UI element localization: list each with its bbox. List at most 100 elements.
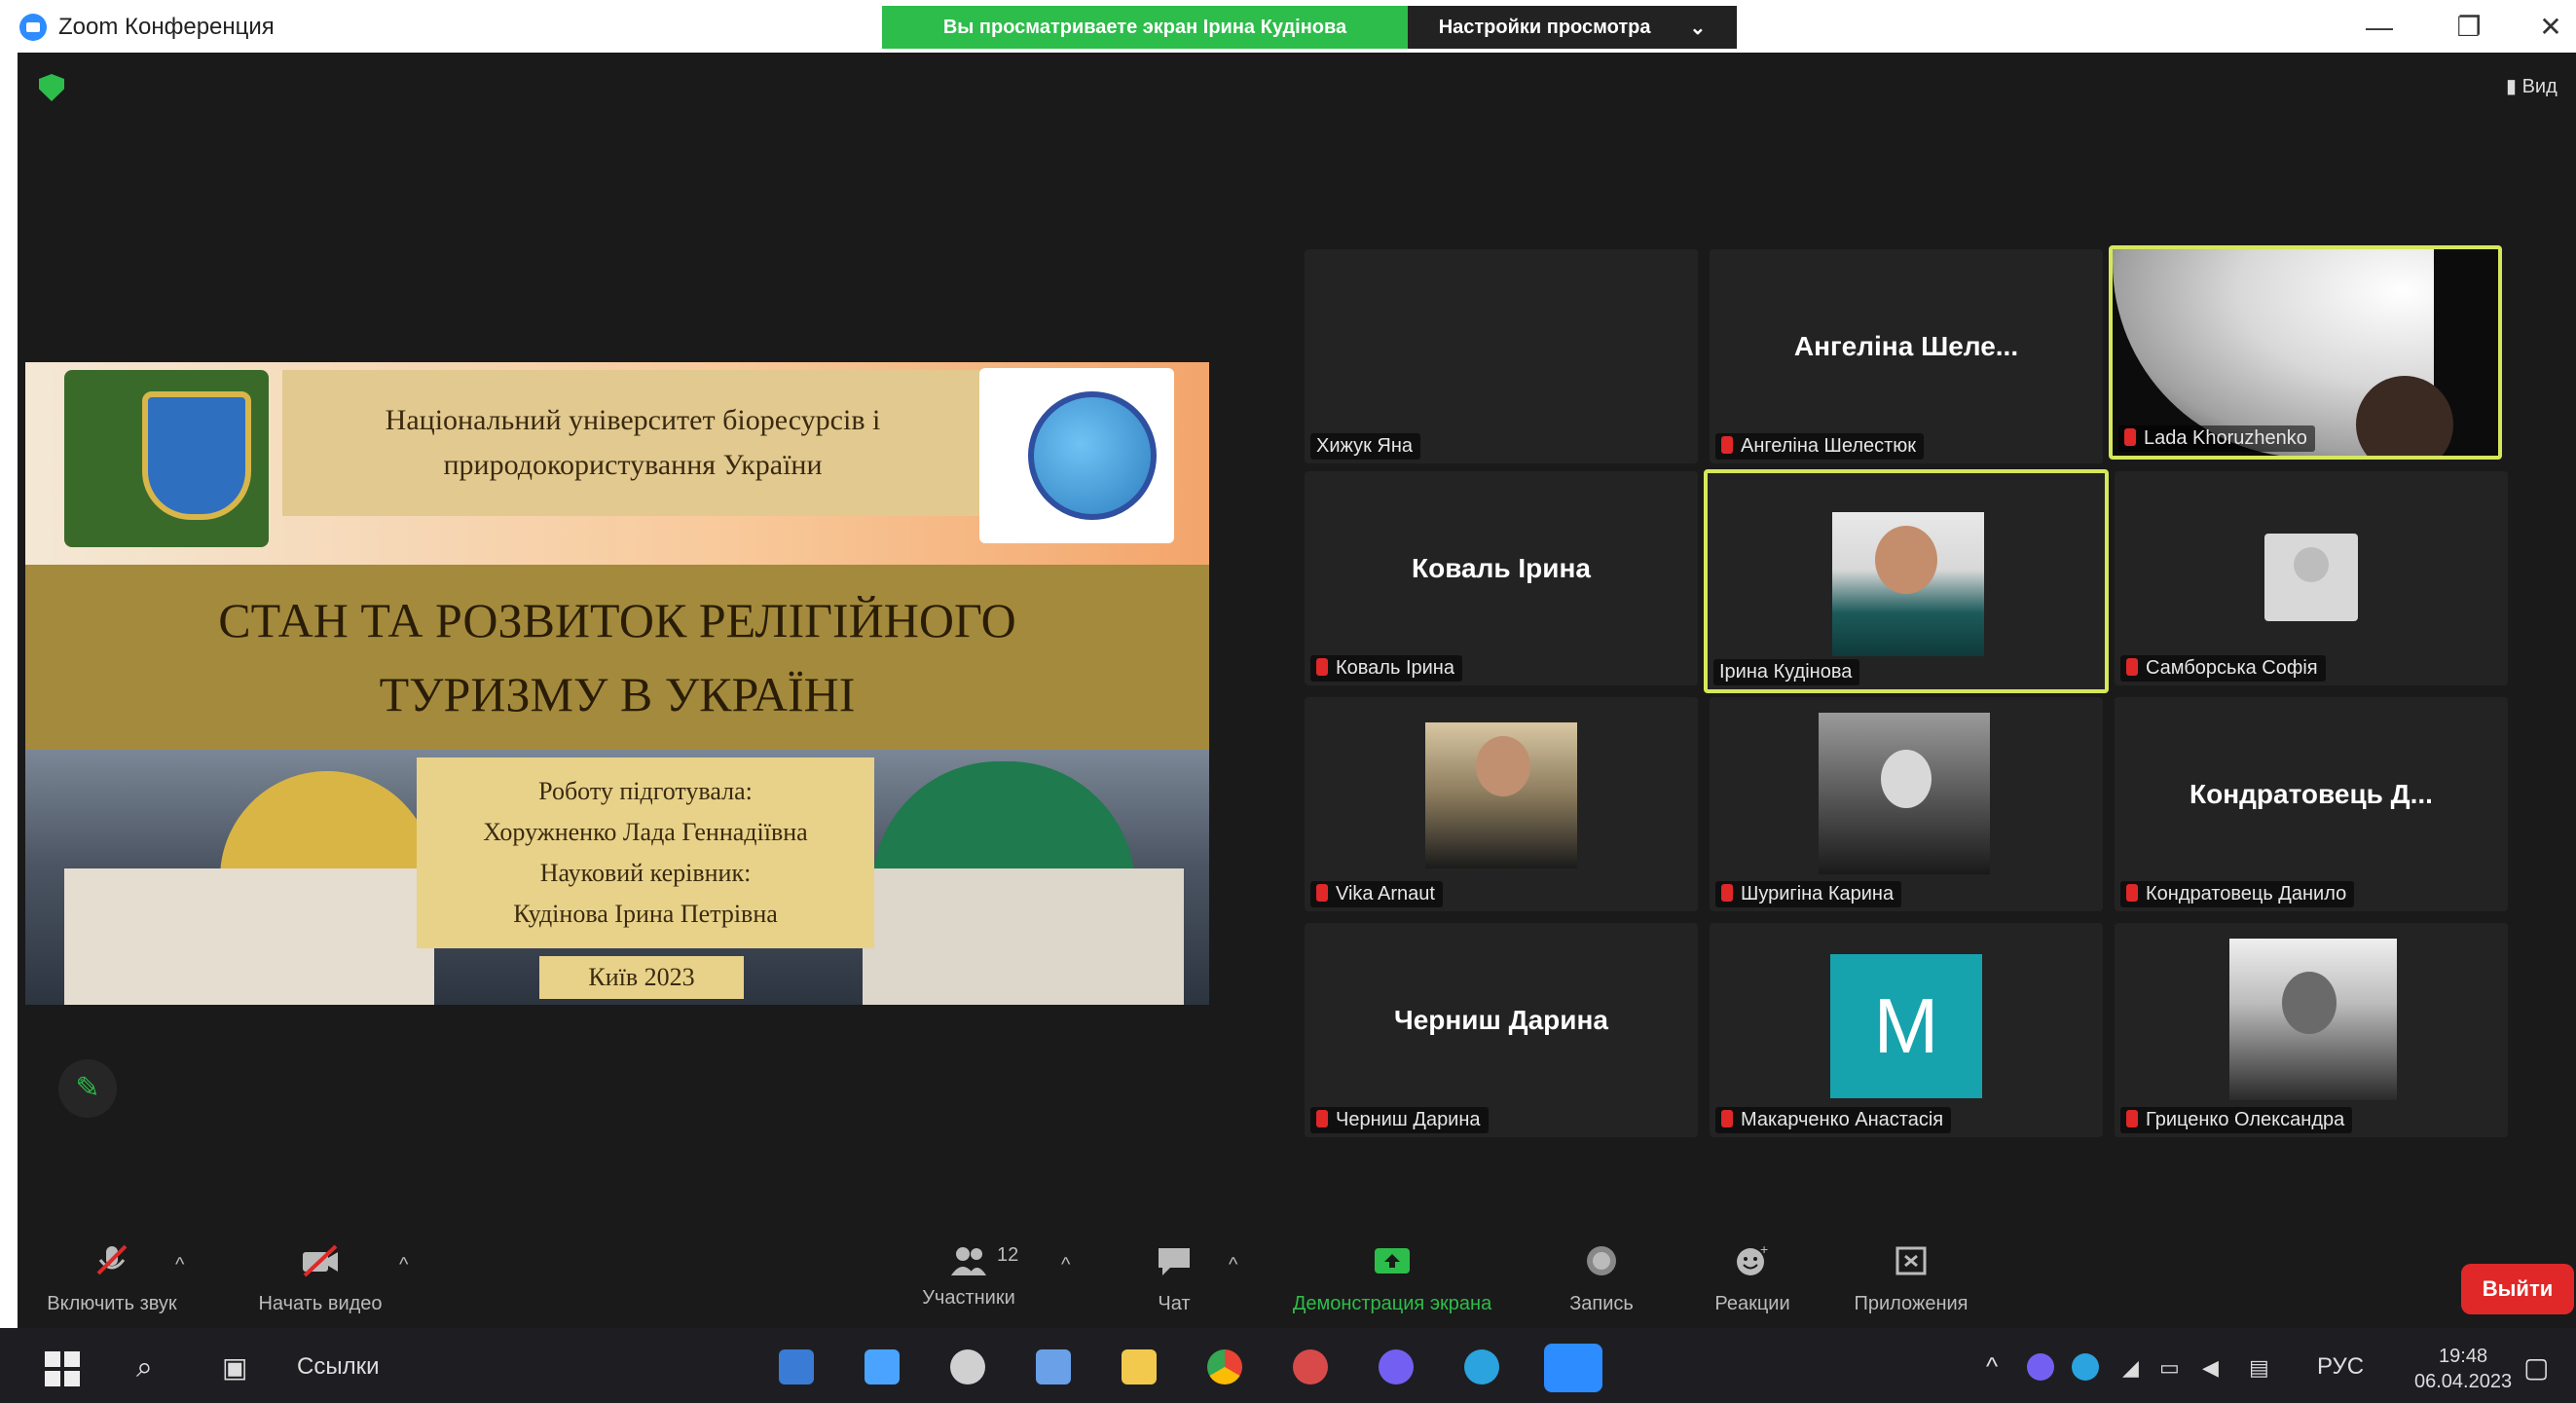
- leave-meeting-button[interactable]: Выйти: [2461, 1264, 2574, 1314]
- participant-display-name: Коваль Ірина: [1412, 553, 1591, 583]
- document-icon[interactable]: [1036, 1349, 1071, 1385]
- slide-author-line: Кудінова Ірина Петрівна: [513, 900, 778, 928]
- close-button[interactable]: ✕: [2521, 8, 2576, 47]
- screen-share-banner: Вы просматриваете экран Ірина Кудінова: [882, 6, 1408, 49]
- apps-icon: [1895, 1246, 1927, 1275]
- participant-label: Lada Khoruzhenko: [2118, 425, 2315, 452]
- network-globe-icon[interactable]: [2072, 1353, 2099, 1381]
- participants-count: 12: [997, 1244, 1019, 1266]
- participants-button[interactable]: 12 Участники: [896, 1244, 1042, 1310]
- telegram-icon[interactable]: [1464, 1349, 1499, 1385]
- letter-avatar: M: [1830, 954, 1982, 1098]
- participant-tile[interactable]: Шуригіна Карина: [1710, 697, 2103, 911]
- tray-clock[interactable]: 19:48 06.04.2023: [2414, 1344, 2512, 1394]
- participant-tile[interactable]: Гриценко Олександра: [2115, 923, 2508, 1137]
- slide-author-line: Роботу підготувала:: [538, 777, 753, 805]
- mail-icon[interactable]: [779, 1349, 814, 1385]
- participant-tile[interactable]: Черниш Дарина Черниш Дарина: [1305, 923, 1698, 1137]
- mic-muted-icon: [1316, 658, 1328, 676]
- record-button[interactable]: Запись: [1558, 1244, 1645, 1315]
- participant-tile[interactable]: Самборська Софія: [2115, 471, 2508, 685]
- viber-icon[interactable]: [1379, 1349, 1414, 1385]
- notifications-icon[interactable]: ▢: [2523, 1351, 2549, 1384]
- slide-authors: Роботу підготувала: Хоружненко Лада Генн…: [417, 757, 874, 948]
- view-options-label: Настройки просмотра: [1438, 16, 1651, 38]
- settings-gear-icon[interactable]: [950, 1349, 985, 1385]
- participants-caret-icon[interactable]: ^: [1061, 1254, 1070, 1276]
- share-screen-label: Демонстрация экрана: [1292, 1293, 1492, 1314]
- participant-tile[interactable]: Ірина Кудінова: [1704, 469, 2109, 693]
- keyboard-icon[interactable]: ▤: [2249, 1355, 2269, 1381]
- view-toggle-button[interactable]: ▮ Вид: [2506, 74, 2558, 98]
- zoom-taskbar-icon[interactable]: [1544, 1344, 1602, 1392]
- slide-university-name: Національний університет біоресурсів і п…: [282, 370, 983, 516]
- audio-options-caret-icon[interactable]: ^: [175, 1254, 184, 1276]
- participant-tile[interactable]: M Макарченко Анастасія: [1710, 923, 2103, 1137]
- participant-label: Коваль Ірина: [1310, 655, 1462, 682]
- participant-tile[interactable]: Хижук Яна: [1305, 249, 1698, 463]
- participant-video: [2356, 376, 2453, 456]
- chat-caret-icon[interactable]: ^: [1229, 1254, 1237, 1276]
- participant-tile[interactable]: Lada Khoruzhenko: [2109, 245, 2502, 460]
- view-options-button[interactable]: Настройки просмотра ⌄: [1408, 6, 1737, 49]
- tray-chevron-up-icon[interactable]: ^: [1986, 1351, 1998, 1382]
- mic-muted-icon: [2124, 428, 2136, 446]
- participant-display-name: Ангеліна Шеле...: [1793, 331, 2019, 361]
- reactions-icon: +: [1737, 1241, 1768, 1275]
- restore-button[interactable]: ❐: [2440, 8, 2498, 47]
- tray-time: 19:48: [2439, 1346, 2488, 1367]
- chevron-down-icon: ⌄: [1689, 17, 1707, 39]
- slide-title-line: ТУРИЗМУ В УКРАЇНІ: [379, 667, 856, 721]
- participant-label: Ірина Кудінова: [1713, 659, 1860, 685]
- folder-icon[interactable]: [1122, 1349, 1157, 1385]
- video-options-caret-icon[interactable]: ^: [399, 1254, 408, 1276]
- participant-photo: [1476, 736, 1530, 796]
- windows-start-icon[interactable]: [45, 1351, 80, 1386]
- participant-label: Макарченко Анастасія: [1715, 1107, 1952, 1133]
- participant-photo: [1875, 526, 1937, 594]
- participant-label: Vika Arnaut: [1310, 881, 1443, 907]
- task-view-icon[interactable]: ▣: [222, 1351, 247, 1384]
- record-icon: [1587, 1246, 1616, 1275]
- reactions-label: Реакции: [1714, 1293, 1790, 1314]
- windows-taskbar: [0, 1328, 2576, 1403]
- slide-author-line: Науковий керівник:: [539, 859, 752, 887]
- view-toggle-label: Вид: [2521, 76, 2558, 97]
- share-screen-button[interactable]: Демонстрация экрана: [1275, 1244, 1509, 1315]
- desktop-icon[interactable]: [865, 1349, 900, 1385]
- participants-label: Участники: [922, 1287, 1015, 1309]
- wifi-icon[interactable]: ◢: [2122, 1355, 2139, 1381]
- viber-tray-icon[interactable]: [2027, 1353, 2054, 1381]
- slide-title: СТАН ТА РОЗВИТОК РЕЛІГІЙНОГО ТУРИЗМУ В У…: [25, 565, 1209, 750]
- participant-label: Самборська Софія: [2120, 655, 2326, 682]
- mic-muted-icon: [2126, 884, 2138, 902]
- mic-muted-icon: [1316, 1110, 1328, 1127]
- participant-tile[interactable]: Кондратовець Д... Кондратовець Данило: [2115, 697, 2508, 911]
- input-language[interactable]: РУС: [2317, 1353, 2364, 1381]
- crest-shield: [142, 391, 251, 520]
- unmute-label: Включить звук: [47, 1293, 177, 1314]
- participant-tile[interactable]: Vika Arnaut: [1305, 697, 1698, 911]
- start-video-button[interactable]: Начать видео: [238, 1244, 403, 1315]
- chat-button[interactable]: Чат: [1135, 1244, 1213, 1315]
- annotate-pencil-icon[interactable]: ✎: [58, 1059, 117, 1118]
- apps-button[interactable]: Приложения: [1838, 1244, 1984, 1315]
- zoom-logo-icon: [19, 14, 47, 41]
- participant-tile[interactable]: Ангеліна Шеле... Ангеліна Шелестюк: [1710, 249, 2103, 463]
- participant-label: Шуригіна Карина: [1715, 881, 1902, 907]
- mic-muted-icon: [1316, 884, 1328, 902]
- slide-city-year: Київ 2023: [539, 956, 744, 999]
- slide-title-line: СТАН ТА РОЗВИТОК РЕЛІГІЙНОГО: [218, 593, 1016, 647]
- volume-icon[interactable]: ◀: [2202, 1355, 2219, 1381]
- taskbar-links-label[interactable]: Ссылки: [297, 1353, 380, 1381]
- participant-tile[interactable]: Коваль Ірина Коваль Ірина: [1305, 471, 1698, 685]
- chrome-icon[interactable]: [1207, 1349, 1242, 1385]
- search-icon[interactable]: ⌕: [136, 1351, 153, 1385]
- participant-label: Ангеліна Шелестюк: [1715, 433, 1925, 460]
- video-app-icon[interactable]: [1293, 1349, 1328, 1385]
- battery-icon[interactable]: ▭: [2159, 1355, 2180, 1381]
- unmute-button[interactable]: Включить звук: [29, 1244, 195, 1315]
- minimize-button[interactable]: —: [2350, 8, 2409, 47]
- reactions-button[interactable]: + Реакции: [1704, 1241, 1801, 1315]
- participant-photo: [2282, 972, 2337, 1034]
